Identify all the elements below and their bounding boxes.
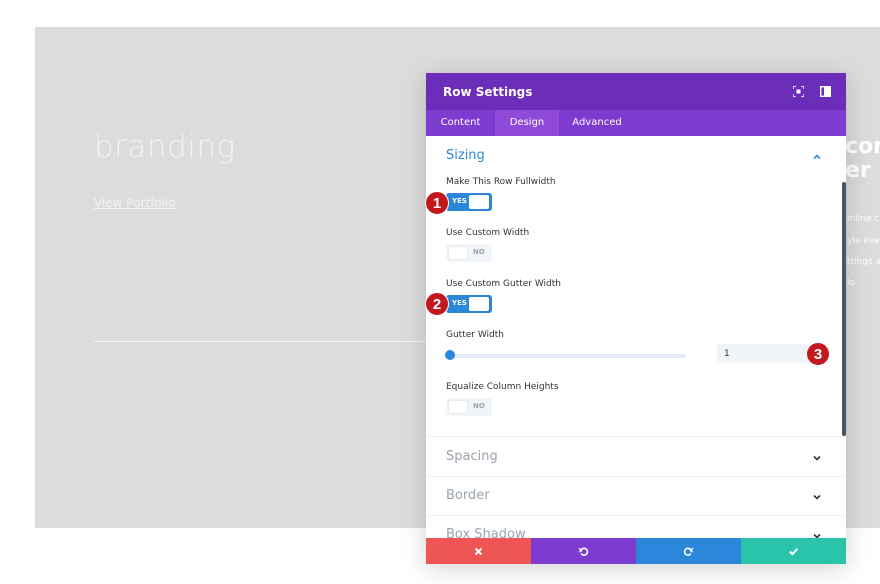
border-group-title[interactable]: Border — [446, 488, 490, 503]
make-fullwidth-label: Make This Row Fullwidth — [446, 177, 556, 187]
chevron-down-icon[interactable] — [812, 492, 822, 502]
make-fullwidth-toggle[interactable]: YES — [446, 193, 492, 211]
group-divider — [426, 515, 846, 516]
partial-text-line: inline c — [847, 214, 880, 224]
tab-content[interactable]: Content — [426, 110, 495, 136]
toggle-state: YES — [452, 197, 467, 205]
equalize-heights-label: Equalize Column Heights — [446, 382, 559, 392]
sizing-group-title[interactable]: Sizing — [446, 148, 485, 163]
modal-footer — [426, 538, 846, 564]
box-shadow-group-title[interactable]: Box Shadow — [446, 527, 526, 538]
redo-button[interactable] — [636, 538, 741, 564]
check-icon — [789, 548, 799, 556]
chevron-up-icon[interactable] — [812, 152, 822, 162]
row-settings-modal: Row Settings Content Design Advanced Siz… — [426, 73, 846, 564]
toggle-knob — [469, 195, 489, 209]
toggle-state: NO — [473, 248, 485, 256]
modal-tabs: Content Design Advanced — [426, 110, 846, 136]
close-icon — [474, 547, 483, 556]
custom-width-toggle[interactable]: NO — [446, 244, 492, 262]
modal-body: Sizing Make This Row Fullwidth YES Use C… — [426, 136, 846, 538]
branding-heading: branding — [94, 129, 236, 165]
step-marker-3: 3 — [806, 342, 830, 366]
sidebar-icon[interactable] — [820, 86, 831, 97]
equalize-heights-toggle[interactable]: NO — [446, 398, 492, 416]
partial-text-line: yle even — [847, 236, 880, 246]
undo-icon — [578, 547, 589, 556]
expand-icon[interactable] — [793, 86, 804, 97]
scrollbar[interactable] — [842, 182, 846, 436]
group-divider — [426, 436, 846, 437]
divider-line — [94, 341, 454, 342]
group-divider — [426, 476, 846, 477]
modal-header: Row Settings — [426, 73, 846, 110]
partial-heading-line-1: con — [845, 134, 880, 159]
redo-icon — [683, 547, 694, 556]
tab-advanced[interactable]: Advanced — [559, 110, 635, 136]
modal-title: Row Settings — [443, 85, 533, 99]
discard-button[interactable] — [426, 538, 531, 564]
custom-gutter-label: Use Custom Gutter Width — [446, 279, 561, 289]
undo-button[interactable] — [531, 538, 636, 564]
gutter-width-label: Gutter Width — [446, 330, 504, 340]
save-button[interactable] — [741, 538, 846, 564]
toggle-knob — [448, 246, 468, 260]
tab-design[interactable]: Design — [495, 110, 559, 136]
gutter-width-input[interactable] — [717, 344, 811, 363]
partial-text-line: ttings a — [847, 257, 880, 267]
step-marker-1: 1 — [425, 191, 449, 215]
step-marker-2: 2 — [425, 292, 449, 316]
toggle-knob — [469, 297, 489, 311]
chevron-down-icon[interactable] — [812, 453, 822, 463]
partial-heading: con er le — [845, 135, 880, 183]
custom-width-label: Use Custom Width — [446, 228, 530, 238]
toggle-state: NO — [473, 402, 485, 410]
partial-heading-line-2: er le — [845, 158, 880, 183]
view-portfolio-link[interactable]: View Portfolio — [94, 196, 176, 210]
toggle-knob — [448, 400, 468, 414]
spacing-group-title[interactable]: Spacing — [446, 449, 498, 464]
screen: branding View Portfolio con er le inline… — [0, 0, 880, 584]
gutter-width-slider-track[interactable] — [446, 354, 686, 358]
toggle-state: YES — [452, 299, 467, 307]
gutter-width-slider-thumb[interactable] — [445, 350, 455, 360]
chevron-down-icon[interactable] — [812, 531, 822, 538]
partial-text-line: lo — [847, 278, 856, 288]
custom-gutter-toggle[interactable]: YES — [446, 295, 492, 313]
